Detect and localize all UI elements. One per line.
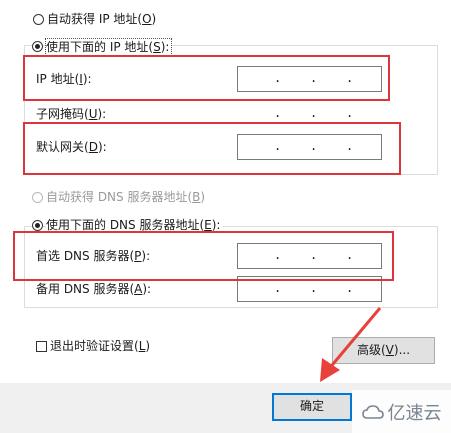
auto-ip-label[interactable]: 自动获得 IP 地址(O) (47, 11, 156, 27)
cloud-logo-icon (361, 404, 384, 419)
watermark-text: 亿速云 (387, 402, 442, 424)
ip-separator: . (346, 106, 354, 120)
watermark: 亿速云 (352, 390, 451, 433)
subnet-mask-label: 子网掩码(U): (36, 107, 107, 121)
manual-ip-radio[interactable] (32, 41, 43, 52)
auto-ip-radio[interactable] (33, 14, 44, 25)
manual-dns-radio[interactable] (32, 220, 43, 231)
red-arrow-icon (320, 307, 382, 382)
highlight-box-preferred-dns (13, 231, 394, 281)
ip-separator: . (310, 281, 318, 295)
alternate-dns-label: 备用 DNS 服务器(A): (36, 282, 152, 296)
validate-on-exit-label[interactable]: 退出时验证设置(L) (50, 338, 150, 354)
ip-separator: . (346, 281, 354, 295)
ok-button[interactable]: 确定 (272, 393, 352, 421)
manual-ip-label[interactable]: 使用下面的 IP 地址(S): (45, 38, 173, 56)
ip-separator: . (274, 281, 282, 295)
auto-dns-label[interactable]: 自动获得 DNS 服务器地址(B) (46, 189, 205, 205)
ip-separator: . (274, 106, 282, 120)
ip-separator: . (310, 106, 318, 120)
highlight-box-ip-address (23, 55, 390, 101)
validate-on-exit-checkbox[interactable] (36, 341, 47, 352)
highlight-box-default-gateway (23, 122, 401, 175)
auto-dns-radio[interactable] (32, 192, 43, 203)
